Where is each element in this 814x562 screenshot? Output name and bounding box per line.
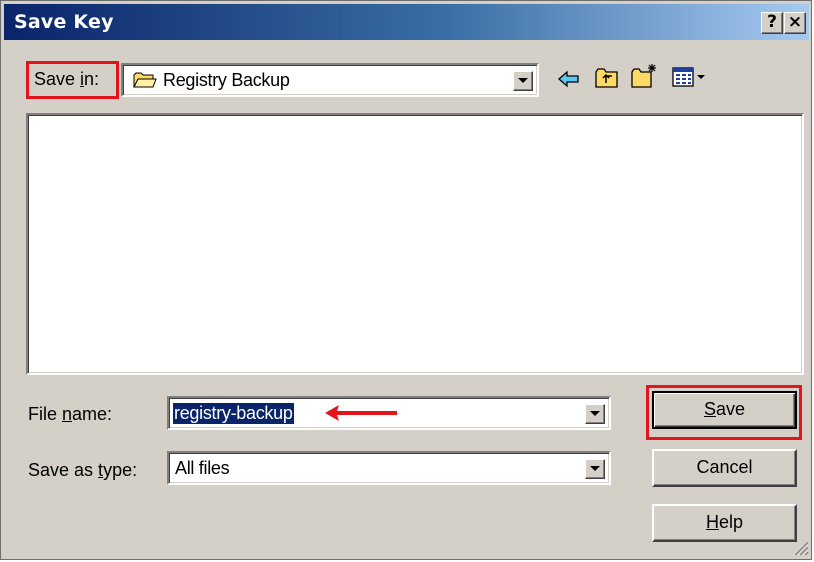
- cancel-button[interactable]: Cancel: [652, 449, 797, 487]
- save-in-combobox[interactable]: Registry Backup: [121, 63, 539, 97]
- save-in-dropdown-arrow[interactable]: [513, 71, 533, 91]
- back-icon[interactable]: [557, 69, 581, 89]
- save-button[interactable]: Save: [652, 391, 797, 429]
- view-menu-icon[interactable]: [672, 66, 708, 88]
- folder-icon: [133, 72, 157, 88]
- up-folder-icon[interactable]: [594, 66, 620, 90]
- help-button[interactable]: Help: [652, 504, 797, 542]
- close-button[interactable]: ×: [784, 12, 806, 34]
- title-bar[interactable]: Save Key ? ×: [4, 4, 809, 40]
- file-name-label: File name:: [28, 404, 113, 424]
- annotation-arrow-icon: [325, 405, 397, 421]
- file-list[interactable]: [26, 113, 804, 375]
- save-as-type-combobox[interactable]: All files: [167, 451, 611, 485]
- new-folder-icon[interactable]: [630, 62, 660, 90]
- file-name-dropdown-arrow[interactable]: [585, 404, 605, 424]
- save-as-type-label: Save as type:: [28, 460, 138, 480]
- save-in-label: Save in:: [34, 69, 100, 89]
- save-as-type-value: All files: [175, 458, 230, 478]
- close-icon: ×: [787, 12, 803, 32]
- window-title: Save Key: [14, 11, 114, 33]
- save-in-value: Registry Backup: [163, 70, 290, 90]
- save-key-dialog: Save Key ? × Save in: Registry Backup Fi…: [0, 0, 812, 560]
- question-mark-icon: ?: [767, 12, 777, 32]
- resize-grip-icon[interactable]: [791, 538, 809, 556]
- help-title-button[interactable]: ?: [761, 12, 783, 34]
- file-name-input[interactable]: registry-backup: [173, 403, 294, 424]
- save-as-type-dropdown-arrow[interactable]: [585, 459, 605, 479]
